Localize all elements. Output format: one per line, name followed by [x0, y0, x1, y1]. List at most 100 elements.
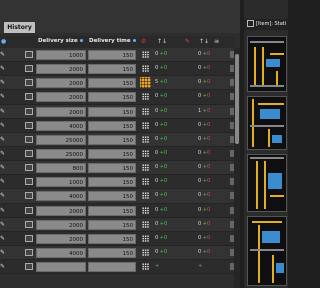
delivery-size-field[interactable]: 2000 [36, 233, 86, 244]
image-icon[interactable] [25, 206, 33, 214]
header-delivery-time[interactable]: Delivery time [89, 38, 136, 44]
image-icon[interactable] [25, 220, 33, 228]
grid-icon[interactable] [142, 93, 149, 101]
table-row[interactable]: ✎ 2000 150 0 +0 0 +0 [0, 203, 236, 218]
delivery-time-field[interactable]: 150 [88, 219, 136, 230]
image-icon[interactable] [25, 65, 33, 73]
image-icon[interactable] [25, 164, 33, 172]
table-row[interactable]: ✎ 2000 150 0 +0 0 +0 [0, 90, 236, 105]
grid-icon[interactable] [142, 65, 149, 73]
delivery-size-field[interactable]: 4000 [36, 191, 86, 202]
grid-icon[interactable] [142, 135, 149, 143]
delivery-time-field[interactable]: 150 [88, 50, 136, 60]
skull-icon[interactable]: ☠ [214, 38, 219, 46]
table-row[interactable]: ✎ 25000 150 0 +0 0 +0 [0, 146, 236, 162]
delivery-time-field[interactable]: 150 [88, 106, 136, 117]
image-icon[interactable] [25, 121, 33, 129]
delivery-size-field[interactable]: 800 [36, 163, 86, 174]
wrench-icon[interactable]: ✎ [0, 207, 6, 214]
arrows-icon[interactable]: ↑↓ [157, 38, 167, 46]
delivery-time-field[interactable]: 150 [88, 233, 136, 244]
table-row[interactable]: ✎ 2000 150 0 +0 0 +0 [0, 231, 236, 246]
table-row[interactable]: ✎ 4000 150 0 +0 0 +0 [0, 189, 236, 204]
wrench-icon[interactable]: ✎ [0, 93, 6, 100]
station-preview[interactable] [247, 96, 287, 150]
arrows-icon[interactable]: ↑↓ [199, 38, 209, 46]
sort-indicator-icon[interactable]: ● [1, 38, 6, 46]
grid-icon[interactable] [140, 77, 151, 89]
image-icon[interactable] [25, 234, 33, 242]
wrench-icon[interactable]: ✎ [0, 235, 6, 242]
image-icon[interactable] [25, 135, 33, 143]
wrench-icon[interactable]: ✎ [0, 192, 6, 199]
table-row[interactable]: ✎ 4000 150 0 +0 0 +0 [0, 245, 236, 261]
delivery-time-field[interactable]: 150 [88, 247, 136, 258]
image-icon[interactable] [25, 107, 33, 115]
wrench-icon[interactable]: ✎ [0, 221, 6, 228]
settings-icon[interactable]: ⚙ [141, 38, 146, 46]
delivery-time-field[interactable]: 150 [88, 92, 136, 103]
grid-icon[interactable] [142, 107, 149, 115]
delivery-time-field[interactable]: 150 [88, 148, 136, 159]
wrench-icon[interactable]: ✎ [0, 249, 6, 256]
grid-icon[interactable] [142, 164, 149, 172]
delivery-size-field[interactable]: 2000 [36, 205, 86, 216]
grid-icon[interactable] [142, 263, 149, 271]
wrench-icon[interactable]: ✎ [0, 65, 6, 72]
image-icon[interactable] [25, 192, 33, 200]
delivery-size-field[interactable]: 2000 [36, 106, 86, 117]
wrench-icon[interactable]: ✎ [0, 51, 6, 58]
grid-icon[interactable] [142, 121, 149, 129]
wrench-icon[interactable]: ✎ [0, 136, 6, 143]
delivery-size-field[interactable] [36, 262, 86, 273]
grid-icon[interactable] [142, 248, 149, 256]
delivery-size-field[interactable]: 25000 [36, 134, 86, 145]
delivery-time-field[interactable]: 150 [88, 64, 136, 75]
wrench-icon[interactable]: ✎ [0, 164, 6, 171]
delivery-time-field[interactable]: 150 [88, 134, 136, 145]
delivery-size-field[interactable]: 1000 [36, 177, 86, 188]
table-row[interactable]: ✎ 1000 150 0 +0 0 +0 [0, 48, 236, 63]
table-row[interactable]: ✎ 25000 150 0 +0 0 +0 [0, 132, 236, 147]
delivery-size-field[interactable]: 2000 [36, 78, 86, 89]
delivery-size-field[interactable]: 2000 [36, 219, 86, 230]
image-icon[interactable] [25, 93, 33, 101]
grid-icon[interactable] [142, 178, 149, 186]
table-row[interactable]: ✎ 800 150 0 +0 0 +0 [0, 161, 236, 176]
table-row[interactable]: ✎ 2000 150 0 +0 1 +0 [0, 104, 236, 119]
image-icon[interactable] [25, 178, 33, 186]
delivery-time-field[interactable]: 150 [88, 205, 136, 216]
delivery-size-field[interactable]: 2000 [36, 92, 86, 103]
scrollbar-thumb[interactable] [235, 54, 239, 144]
delivery-time-field[interactable]: 150 [88, 120, 136, 131]
wrench-icon[interactable]: ✎ [0, 263, 6, 270]
delivery-size-field[interactable]: 4000 [36, 120, 86, 131]
delivery-size-field[interactable]: 25000 [36, 148, 86, 159]
wrench-icon[interactable]: ✎ [0, 79, 6, 86]
delivery-time-field[interactable]: 150 [88, 78, 136, 89]
image-icon[interactable] [25, 263, 33, 271]
table-row[interactable]: ✎ 1000 150 0 +0 0 +0 [0, 175, 236, 190]
delivery-size-field[interactable]: 4000 [36, 247, 86, 258]
station-preview[interactable] [247, 216, 287, 286]
table-row[interactable]: ✎ 4000 150 0 +0 0 +0 [0, 118, 236, 133]
wrench-icon[interactable]: ✎ [0, 150, 6, 157]
delivery-time-field[interactable]: 150 [88, 163, 136, 174]
delivery-size-field[interactable]: 1000 [36, 50, 86, 60]
table-row[interactable]: ✎ 2000 150 0 +0 0 +0 [0, 62, 236, 77]
table-row[interactable]: ✎ 2000 150 0 +0 0 +0 [0, 217, 236, 232]
grid-icon[interactable] [142, 234, 149, 242]
grid-icon[interactable] [142, 51, 149, 58]
header-delivery-size[interactable]: Delivery size [38, 38, 83, 44]
tab-history[interactable]: History [4, 22, 35, 33]
grid-icon[interactable] [142, 220, 149, 228]
grid-icon[interactable] [142, 192, 149, 200]
grid-icon[interactable] [142, 206, 149, 214]
wrench-icon[interactable]: ✎ [0, 178, 6, 185]
trash-icon[interactable]: ✎ [185, 38, 190, 46]
image-icon[interactable] [25, 248, 33, 256]
table-row[interactable]: ✎ 2000 150 5 +0 0 +0 [0, 76, 236, 91]
image-icon[interactable] [25, 149, 33, 157]
scrollbar[interactable] [234, 48, 240, 288]
table-row[interactable]: ✎ + + [0, 260, 236, 275]
